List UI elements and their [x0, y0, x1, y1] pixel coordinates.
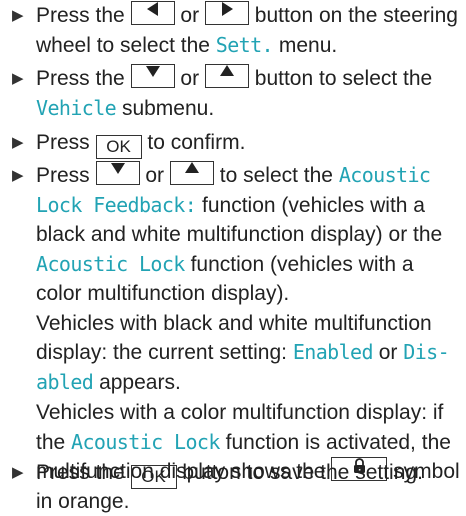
function-name: Acoustic Lock [36, 251, 185, 276]
note-paragraph: Vehicles with a color multifunction disp… [12, 398, 462, 516]
step-text: function (vehicles with a [202, 193, 425, 217]
step-text: Press [36, 131, 90, 154]
step-5: ▶ Press the OK button to save the settin… [12, 458, 462, 489]
step-3: ▶ Press OK to confirm. [12, 128, 462, 159]
bullet-icon: ▶ [12, 464, 24, 481]
step-text: wheel to select the [36, 33, 210, 57]
step-text: or [145, 164, 165, 187]
function-name: Acoustic [338, 163, 431, 187]
up-arrow-key [169, 161, 214, 185]
step-text: Press the [36, 4, 125, 27]
setting-disabled: abled [36, 369, 94, 394]
step-4: ▶ Press or to select the Acoustic Lock F… [12, 161, 462, 397]
down-arrow-icon [145, 66, 160, 77]
step-text: button on the steering [254, 4, 458, 27]
step-text: menu. [278, 33, 338, 57]
step-text: display: the current setting: [36, 341, 287, 364]
step-text: Vehicles with black and white multifunct… [36, 311, 432, 335]
left-arrow-key [130, 1, 175, 25]
ok-key: OK [95, 135, 142, 159]
down-arrow-icon [110, 163, 125, 174]
up-arrow-icon [184, 162, 199, 173]
ok-key: OK [130, 465, 177, 489]
step-text: black and white multifunction display) o… [36, 223, 443, 246]
step-text: or [180, 67, 200, 90]
bullet-icon: ▶ [12, 167, 24, 184]
note-text: in orange. [36, 489, 130, 513]
bullet-icon: ▶ [12, 7, 24, 24]
up-arrow-icon [219, 65, 234, 76]
step-text: Press the [36, 461, 125, 484]
step-text: button to save the setting. [182, 461, 423, 484]
step-text: Press [36, 164, 90, 187]
step-text: to select the [219, 164, 333, 187]
down-arrow-key [95, 161, 140, 185]
note-text: Vehicles with a color multifunction disp… [36, 401, 444, 424]
function-name: Acoustic Lock [71, 429, 220, 454]
up-arrow-key [204, 64, 249, 88]
step-text: appears. [99, 370, 181, 394]
right-arrow-key [204, 1, 249, 25]
bullet-icon: ▶ [12, 134, 24, 151]
note-text: function is activated, the [225, 430, 451, 454]
setting-disabled: Dis- [403, 340, 450, 364]
step-text: submenu. [121, 96, 215, 120]
step-1: ▶ Press the or button on the steering wh… [12, 1, 462, 60]
left-arrow-icon [146, 2, 158, 16]
function-name: Lock Feedback: [36, 192, 197, 217]
submenu-name: Vehicle [36, 95, 117, 120]
step-2: ▶ Press the or button to select the Vehi… [12, 64, 462, 123]
step-text: color multifunction display). [36, 282, 290, 305]
step-text: to confirm. [147, 131, 246, 154]
step-text: Press the [36, 67, 125, 90]
note-text: the [36, 430, 66, 454]
step-text: or [180, 4, 200, 27]
step-text: button to select the [254, 67, 433, 90]
right-arrow-icon [221, 2, 233, 16]
step-text: function (vehicles with a [190, 252, 414, 276]
down-arrow-key [130, 64, 175, 88]
setting-enabled: Enabled [292, 340, 374, 364]
bullet-icon: ▶ [12, 70, 24, 87]
step-text: or [378, 341, 398, 364]
menu-name: Sett. [215, 32, 274, 57]
